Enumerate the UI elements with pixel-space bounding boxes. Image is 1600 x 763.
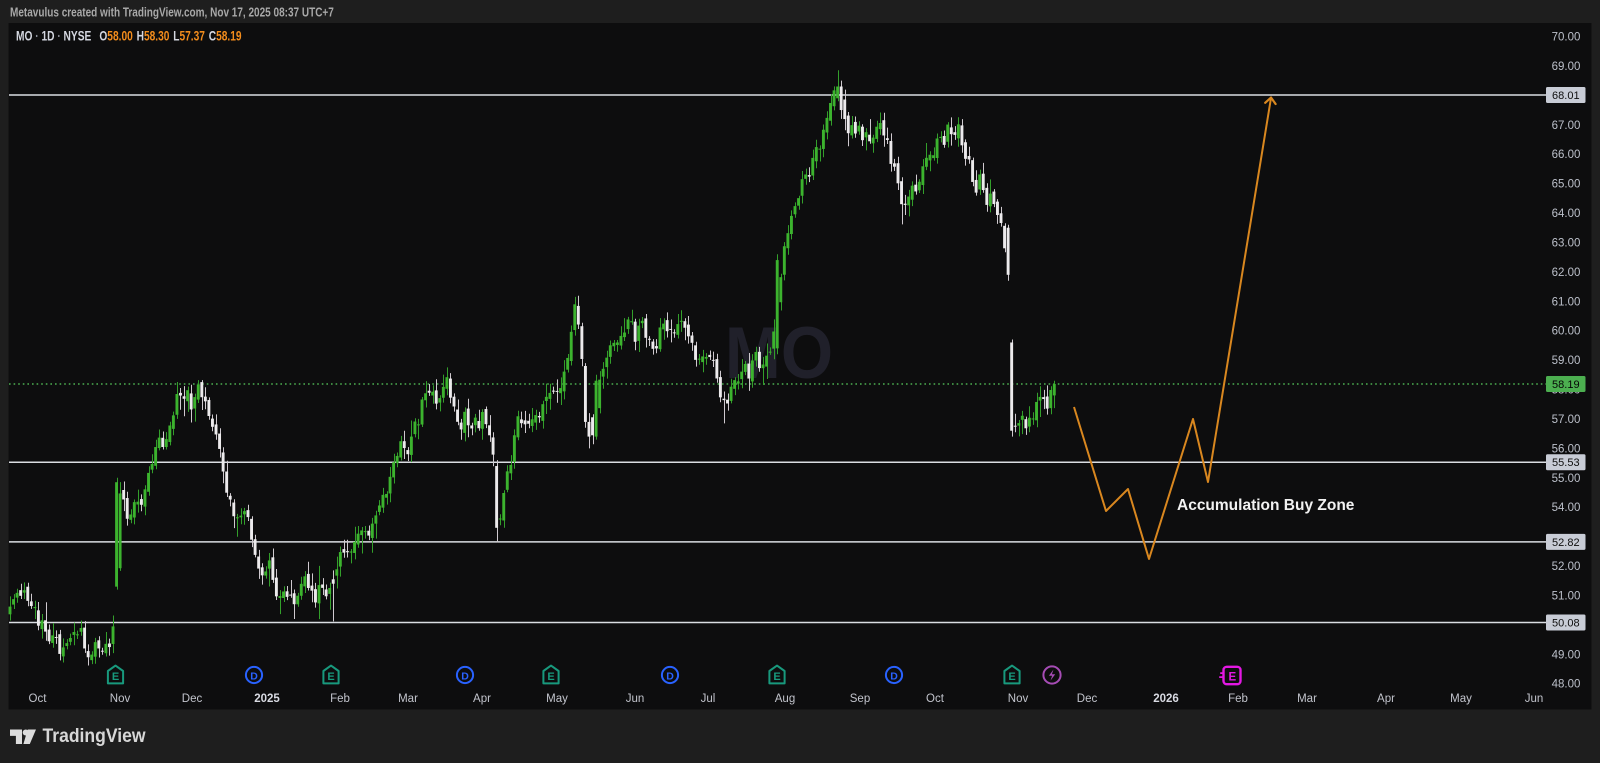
svg-text:48.00: 48.00 xyxy=(1552,679,1581,691)
svg-text:E: E xyxy=(1008,671,1015,683)
svg-text:Apr: Apr xyxy=(1377,693,1395,705)
svg-text:Apr: Apr xyxy=(473,693,491,705)
svg-text:May: May xyxy=(1450,693,1472,705)
svg-text:Dec: Dec xyxy=(182,693,203,705)
svg-text:52.00: 52.00 xyxy=(1552,561,1581,573)
svg-text:2026: 2026 xyxy=(1153,693,1179,705)
svg-text:68.01: 68.01 xyxy=(1552,90,1580,102)
svg-text:64.00: 64.00 xyxy=(1552,208,1581,220)
svg-text:Aug: Aug xyxy=(775,693,795,705)
svg-text:Feb: Feb xyxy=(330,693,350,705)
svg-text:Mar: Mar xyxy=(398,693,418,705)
svg-text:70.00: 70.00 xyxy=(1552,32,1581,44)
svg-text:Nov: Nov xyxy=(110,693,131,705)
svg-text:D: D xyxy=(461,671,469,683)
svg-text:D: D xyxy=(250,671,258,683)
svg-text:E: E xyxy=(773,671,780,683)
svg-text:50.08: 50.08 xyxy=(1552,618,1580,630)
svg-text:E: E xyxy=(547,671,554,683)
svg-text:Oct: Oct xyxy=(926,693,945,705)
svg-text:49.00: 49.00 xyxy=(1552,649,1581,661)
svg-text:65.00: 65.00 xyxy=(1552,179,1581,191)
svg-text:2025: 2025 xyxy=(254,693,280,705)
svg-text:E: E xyxy=(327,671,334,683)
svg-text:62.00: 62.00 xyxy=(1552,267,1581,279)
svg-text:MO: MO xyxy=(725,312,833,393)
svg-text:D: D xyxy=(890,671,898,683)
svg-text:59.00: 59.00 xyxy=(1552,355,1581,367)
svg-text:E: E xyxy=(112,671,119,683)
svg-text:55.00: 55.00 xyxy=(1552,473,1581,485)
svg-text:E: E xyxy=(1228,672,1236,684)
svg-text:61.00: 61.00 xyxy=(1552,296,1581,308)
svg-text:Jun: Jun xyxy=(1525,693,1544,705)
svg-text:Jul: Jul xyxy=(701,693,716,705)
svg-text:56.00: 56.00 xyxy=(1552,443,1581,455)
svg-text:57.00: 57.00 xyxy=(1552,414,1581,426)
svg-text:55.53: 55.53 xyxy=(1552,457,1580,469)
svg-text:58.19: 58.19 xyxy=(1552,379,1580,391)
svg-text:69.00: 69.00 xyxy=(1552,61,1581,73)
svg-text:54.00: 54.00 xyxy=(1552,502,1581,514)
svg-text:66.00: 66.00 xyxy=(1552,149,1581,161)
svg-text:TradingView: TradingView xyxy=(43,724,147,746)
svg-text:63.00: 63.00 xyxy=(1552,237,1581,249)
svg-text:52.82: 52.82 xyxy=(1552,537,1580,549)
svg-text:67.00: 67.00 xyxy=(1552,120,1581,132)
svg-text:Jun: Jun xyxy=(626,693,645,705)
svg-text:51.00: 51.00 xyxy=(1552,591,1581,603)
svg-text:60.00: 60.00 xyxy=(1552,326,1581,338)
svg-text:May: May xyxy=(546,693,568,705)
svg-text:Accumulation Buy Zone: Accumulation Buy Zone xyxy=(1177,497,1355,514)
svg-text:MO · 1D · NYSE O58.00H58.30L57: MO · 1D · NYSE O58.00H58.30L57.37C58.19 xyxy=(16,28,242,44)
svg-text:D: D xyxy=(666,671,674,683)
svg-text:Feb: Feb xyxy=(1228,693,1248,705)
svg-text:Nov: Nov xyxy=(1008,693,1029,705)
svg-text:Mar: Mar xyxy=(1297,693,1317,705)
svg-text:Metavulus created with Trading: Metavulus created with TradingView.com, … xyxy=(10,5,334,20)
svg-text:Oct: Oct xyxy=(29,693,48,705)
svg-text:Dec: Dec xyxy=(1077,693,1098,705)
svg-text:Sep: Sep xyxy=(850,693,870,705)
